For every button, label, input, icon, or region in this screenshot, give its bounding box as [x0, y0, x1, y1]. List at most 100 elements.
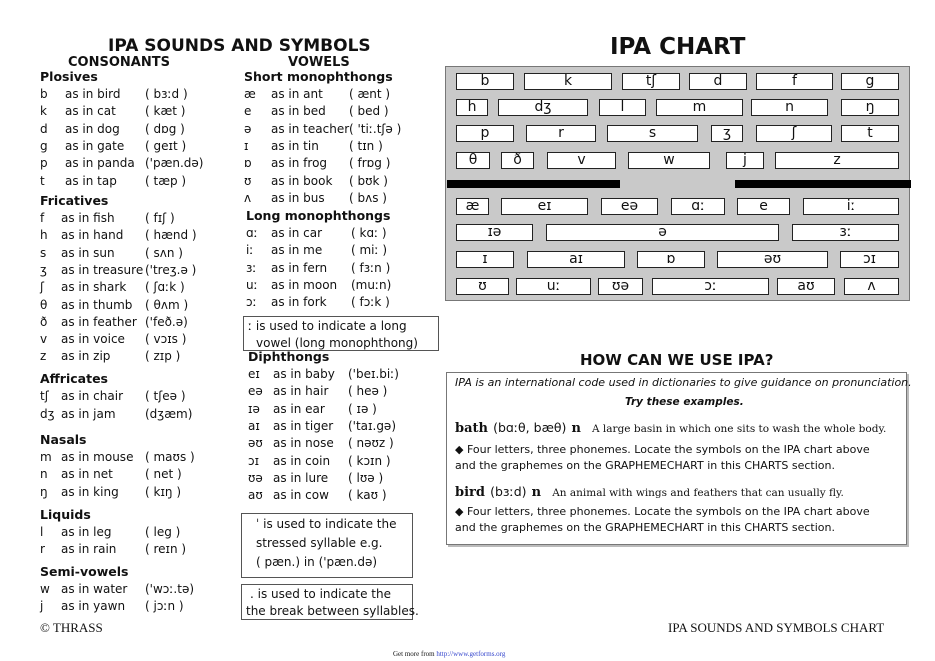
long-vowels-example-word: as in me: [271, 243, 323, 258]
short-vowels-row: e as in bed ( bed ): [244, 103, 439, 120]
stress-note-line3: ( pæn.) in ('pæn.də): [256, 555, 378, 569]
diphthongs-transcription: ('beɪ.biː): [348, 367, 399, 381]
fricatives-symbol: ð: [40, 314, 48, 329]
nasals-symbol: n: [40, 467, 48, 482]
plosives-transcription: ( kæt ): [145, 104, 186, 119]
consonant-cell: ŋ: [841, 99, 899, 116]
diphthongs-example-word: as in ear: [273, 401, 325, 416]
diphthongs-example-word: as in baby: [273, 367, 335, 381]
fricatives-example-word: as in fish: [61, 211, 115, 225]
consonant-cell: w: [628, 152, 710, 169]
diphthongs-symbol: ɔɪ: [248, 453, 260, 468]
diphthongs-example-word: as in coin: [273, 453, 331, 468]
break-note-line2: the break between syllables.: [246, 604, 419, 618]
long-vowels-symbol: ɔː: [246, 295, 257, 310]
short-vowels-example-word: as in teacher: [271, 121, 350, 136]
diphthongs-row: aʊ as in cow ( kaʊ ): [248, 487, 443, 504]
short-vowels-example-word: as in ant: [271, 87, 323, 101]
diphthongs-symbol: aʊ: [248, 488, 263, 503]
long-vowels-symbol: iː: [246, 243, 254, 258]
long-vowel-note: ː is used to indicate a long vowel (long…: [243, 316, 439, 351]
plosives-symbol: t: [40, 173, 45, 188]
example-bird-task-line1: ◆ Four letters, three phonemes. Locate t…: [455, 505, 870, 518]
plosives-symbol: g: [40, 138, 48, 153]
vowels-title: VOWELS: [288, 55, 350, 70]
fricatives-transcription: ( vɔɪs ): [145, 332, 187, 347]
semivowels-row: w as in water ('wɔː.tə): [40, 581, 235, 598]
fricatives-symbol: f: [40, 211, 45, 225]
fricatives-transcription: ( hænd ): [145, 228, 197, 243]
liquids-symbol: l: [40, 525, 44, 539]
plosives-transcription: ( geɪt ): [145, 138, 187, 153]
long-vowels-row: ɑː as in car ( kɑː ): [246, 225, 441, 242]
plosives-symbol: p: [40, 156, 48, 171]
affricates-symbol: tʃ: [40, 389, 49, 403]
example-bird-task-line2: and the graphemes on the GRAPHEMECHART i…: [455, 521, 835, 534]
diphthongs-transcription: ( kaʊ ): [348, 488, 387, 503]
stress-note: ˈ is used to indicate the stressed sylla…: [241, 513, 413, 578]
break-note: . is used to indicate the the break betw…: [241, 584, 419, 620]
fricatives-example-word: as in feather: [61, 314, 137, 329]
break-note-line1: . is used to indicate the: [250, 587, 391, 601]
fricatives-transcription: ( θʌm ): [145, 297, 189, 312]
vowel-cell: əʊ: [717, 251, 828, 268]
fricatives-symbol: v: [40, 332, 48, 347]
diphthongs-example-word: as in tiger: [273, 418, 334, 433]
fricatives-transcription: ('feð.ə): [145, 314, 188, 329]
plosives-row: b as in bird ( bɜːd ): [40, 86, 235, 103]
example-bath-pos: n: [571, 421, 581, 436]
short-vowels-row: ɪ as in tin ( tɪn ): [244, 138, 439, 155]
consonant-cell: h: [456, 99, 488, 116]
nasals-row: ŋ as in king ( kɪŋ ): [40, 484, 235, 501]
example-bath-ipa: (bɑːθ, bæθ): [493, 420, 567, 435]
long-vowels-transcription: ( fɔːk ): [351, 295, 390, 310]
short-vowels-symbol: e: [244, 104, 252, 119]
consonant-cell: n: [751, 99, 828, 116]
liquids-symbol: r: [40, 542, 45, 557]
short-vowels-symbol: ɪ: [244, 138, 249, 153]
short-vowels-row: ʌ as in bus ( bʌs ): [244, 190, 439, 207]
plosives-example-word: as in cat: [65, 104, 116, 119]
example-bird-word: bird: [455, 485, 485, 500]
vowel-cell: æ: [456, 198, 489, 215]
vowel-cell: aɪ: [527, 251, 625, 268]
short-vowels-symbol: æ: [244, 87, 256, 101]
short-vowels-row: ɒ as in frog ( frɒg ): [244, 155, 439, 172]
nasals-symbol: ŋ: [40, 484, 48, 499]
stress-note-line2: stressed syllable e.g.: [256, 536, 383, 550]
getforms-link[interactable]: http://www.getforms.org: [436, 650, 505, 658]
vowel-cell: eɪ: [501, 198, 588, 215]
example-bath-definition: A large basin in which one sits to wash …: [592, 423, 887, 435]
liquids-transcription: ( leg ): [145, 525, 181, 539]
short-vowels-example-word: as in book: [271, 173, 333, 188]
nasals-transcription: ( kɪŋ ): [145, 484, 182, 499]
fricatives-example-word: as in thumb: [61, 297, 133, 312]
fricatives-example-word: as in shark: [61, 280, 127, 295]
short-vowels-transcription: ( bʊk ): [349, 173, 388, 188]
affricates-transcription: (dʒæm): [145, 407, 193, 421]
plosives-example-word: as in dog: [65, 121, 120, 136]
diphthongs-row: ʊə as in lure ( lʊə ): [248, 470, 443, 487]
fricatives-transcription: ( zɪp ): [145, 349, 181, 364]
fricatives-section-title: Fricatives: [40, 193, 109, 208]
example-bird-task: ◆ Four letters, three phonemes. Locate t…: [455, 504, 870, 536]
short-vowels-example-word: as in bed: [271, 104, 326, 119]
liquids-transcription: ( reɪn ): [145, 542, 187, 557]
long-vowels-row: ɜː as in fern ( fɜːn ): [246, 260, 441, 277]
copyright: © THRASS: [40, 620, 103, 635]
stress-note-line1: ˈ is used to indicate the: [256, 517, 397, 531]
diphthongs-row: ɪə as in ear ( ɪə ): [248, 401, 443, 418]
long-vowels-transcription: ( fɜːn ): [351, 260, 391, 275]
fricatives-example-word: as in voice: [61, 332, 125, 347]
consonant-cell: f: [756, 73, 833, 90]
fricatives-row: ʃ as in shark ( ʃɑːk ): [40, 279, 235, 296]
fricatives-row: f as in fish ( fɪʃ ): [40, 210, 235, 227]
vowel-cell: iː: [803, 198, 899, 215]
vowel-cell: ʊ: [456, 278, 509, 295]
affricates-symbol: dʒ: [40, 407, 55, 421]
diphthongs-transcription: ( ɪə ): [348, 401, 377, 416]
plosives-row: p as in panda ('pæn.də): [40, 155, 235, 172]
ipa-chart: b k tʃ d f g h dʒ l m n ŋ p r s ʒ ʃ t θ ð v w j z æ eɪ eə ɑː e iː ɪə ə ɜ…: [445, 66, 911, 301]
affricates-transcription: ( tʃeə ): [145, 389, 186, 403]
fricatives-row: s as in sun ( sʌn ): [40, 245, 235, 262]
